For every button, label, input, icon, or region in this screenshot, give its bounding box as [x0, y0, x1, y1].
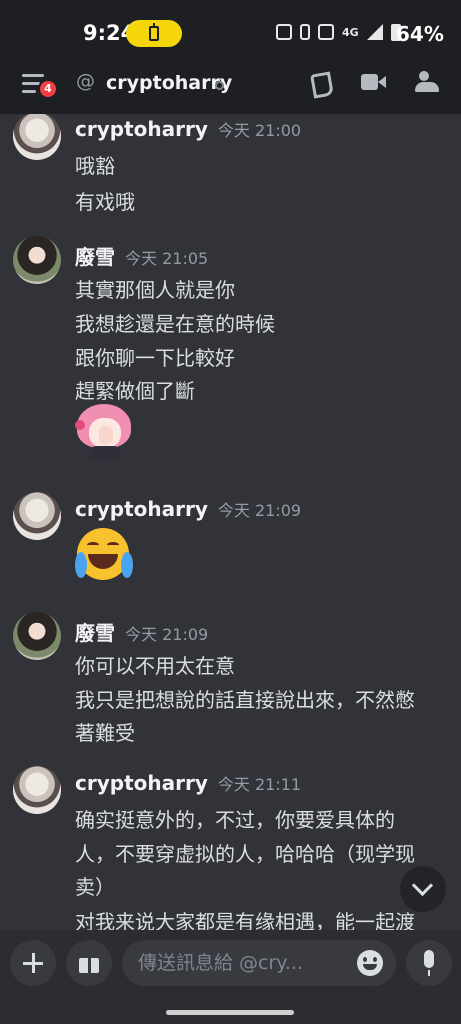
- battery-saver-icon: [149, 23, 159, 41]
- battery-saver-indicator: [126, 20, 182, 47]
- message-text: 跟你聊一下比較好: [75, 346, 235, 370]
- vibrate-icon: [300, 24, 310, 40]
- message-author[interactable]: 廢雪 今天 21:09: [75, 617, 208, 646]
- signal-icon: [366, 24, 383, 40]
- message-timestamp: 今天 21:05: [125, 249, 209, 268]
- voice-call-icon[interactable]: [308, 69, 334, 95]
- message-text: 有戏哦: [75, 190, 135, 214]
- avatar[interactable]: [13, 766, 61, 814]
- emoji-picker-icon[interactable]: [357, 950, 383, 976]
- system-icons: 4G: [276, 22, 401, 42]
- message-text: 对我来说大家都是有缘相遇，能一起渡: [75, 910, 415, 930]
- add-attachment-button[interactable]: [10, 940, 56, 986]
- channel-header: 4 @ cryptoharry: [0, 64, 461, 114]
- network-type: 4G: [342, 25, 359, 39]
- at-icon: @: [76, 70, 95, 92]
- members-icon[interactable]: [414, 69, 440, 95]
- message-text: 其實那個人就是你: [75, 278, 235, 302]
- avatar[interactable]: [13, 612, 61, 660]
- message-text: 确实挺意外的，不过，你要爱具体的: [75, 808, 395, 832]
- message-text: 我只是把想說的話直接說出來，不然憋: [75, 688, 415, 712]
- status-offline-icon: [215, 81, 224, 90]
- message-timestamp: 今天 21:00: [217, 121, 302, 140]
- message-timestamp: 今天 21:11: [217, 775, 302, 794]
- message-text: 趕緊做個了斷: [75, 379, 195, 403]
- voice-message-button[interactable]: [406, 940, 452, 986]
- message-text: 哦豁: [75, 154, 115, 178]
- avatar[interactable]: [13, 114, 61, 160]
- message-list[interactable]: cryptoharry 今天 21:00 哦豁 有戏哦 廢雪 今天 21:05 其實…: [0, 114, 461, 930]
- cast-icon: [276, 24, 292, 40]
- home-indicator[interactable]: [166, 1010, 294, 1015]
- channel-name[interactable]: cryptoharry: [106, 72, 232, 94]
- message-composer: [0, 930, 461, 1024]
- message-input[interactable]: [122, 940, 396, 986]
- message-timestamp: 今天 21:09: [217, 501, 302, 520]
- message-author[interactable]: cryptoharry 今天 21:09: [75, 497, 301, 521]
- status-bar: 9:24 4G 64%: [0, 0, 461, 64]
- hotspot-icon: [318, 24, 334, 40]
- battery-percent: 64%: [396, 22, 444, 46]
- video-call-icon[interactable]: [361, 69, 387, 95]
- message-author[interactable]: cryptoharry 今天 21:00: [75, 117, 301, 141]
- message-text: 著難受: [75, 721, 135, 745]
- message-author[interactable]: cryptoharry 今天 21:11: [75, 771, 301, 795]
- avatar[interactable]: [13, 492, 61, 540]
- jump-to-bottom-button[interactable]: [400, 866, 446, 912]
- message-text: 你可以不用太在意: [75, 654, 235, 678]
- avatar[interactable]: [13, 236, 61, 284]
- gift-button[interactable]: [66, 940, 112, 986]
- pink-hair-anime-girl-sticker[interactable]: [75, 404, 133, 460]
- message-text: 卖）: [75, 875, 115, 899]
- message-text: 人，不要穿虚拟的人，哈哈哈（现学现: [75, 842, 415, 866]
- face-with-tears-of-joy-emoji[interactable]: [75, 526, 133, 584]
- unread-badge: 4: [38, 79, 58, 99]
- message-text: 我想趁還是在意的時候: [75, 312, 275, 336]
- message-timestamp: 今天 21:09: [125, 625, 209, 644]
- message-author[interactable]: 廢雪 今天 21:05: [75, 241, 208, 270]
